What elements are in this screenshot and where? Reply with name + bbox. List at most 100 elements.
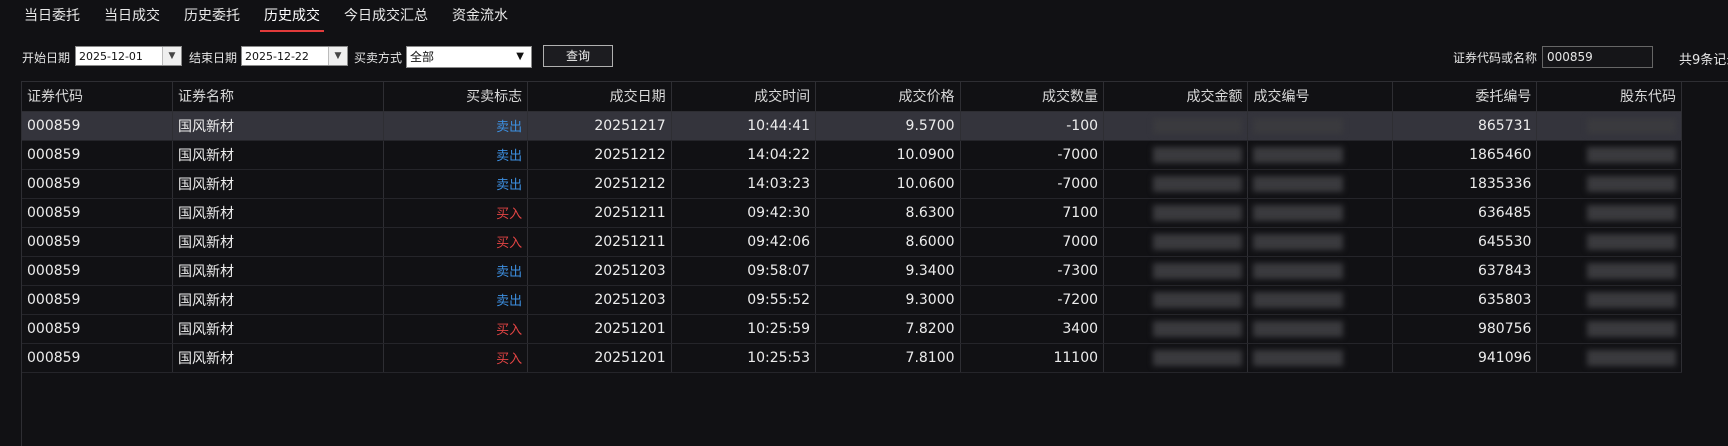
redacted-value: 0000000000	[1586, 262, 1676, 279]
table-row[interactable]: 000859 国风新材 卖出 20251212 14:03:23 10.0600 -7000…	[22, 169, 1682, 199]
redacted-value: 0000000000	[1253, 291, 1343, 308]
cell-shareholder-code: 0000000000	[1536, 256, 1682, 286]
redacted-value: 0000000000	[1586, 233, 1676, 250]
redacted-value: 0000000000	[1586, 117, 1676, 134]
tab-history-orders[interactable]: 历史委托	[172, 0, 252, 32]
cell-shareholder-code: 0000000000	[1536, 111, 1682, 141]
header-security-code[interactable]: 证券代码	[22, 82, 173, 112]
code-label: 证券代码或名称	[1453, 51, 1538, 65]
cell-shareholder-code: 0000000000	[1536, 140, 1682, 170]
header-trade-date[interactable]: 成交日期	[527, 82, 672, 112]
table-row[interactable]: 000859国风新材卖出2025121710:44:419.5700-100 00…	[22, 111, 1682, 141]
table-row[interactable]: 000859国风新材买入2025120110:25:597.82003400 00…	[22, 314, 1682, 344]
end-date-field[interactable]: 2025-12-22 ▼	[241, 46, 348, 66]
cell-trade-date: 20251211	[527, 227, 672, 257]
cell-side: 卖出	[383, 256, 529, 286]
cell-side: 买入	[383, 314, 529, 344]
chevron-down-icon[interactable]: ▼	[162, 47, 181, 65]
redacted-value: 0000000000	[1153, 175, 1243, 192]
cell-shareholder-code: 0000000000	[1536, 285, 1682, 315]
cell-security-name: 国风新材	[172, 140, 384, 170]
tab-fund-flow[interactable]: 资金流水	[440, 0, 520, 32]
cell-side: 卖出	[383, 169, 529, 199]
header-trade-price[interactable]: 成交价格	[815, 82, 961, 112]
cell-side: 买入	[383, 343, 529, 373]
header-trade-amount[interactable]: 成交金额	[1103, 82, 1249, 112]
header-shareholder-code[interactable]: 股东代码	[1536, 82, 1682, 112]
cell-trade-time: 10:25:53	[671, 343, 817, 373]
cell-trade-quantity: 3400	[960, 314, 1105, 344]
redacted-value: 0000000000	[1153, 349, 1243, 366]
cell-trade-price: 7.8200	[815, 314, 961, 344]
cell-security-code: 000859	[22, 314, 173, 344]
cell-trade-amount: 0000000000	[1103, 343, 1249, 373]
redacted-value: 0000000000	[1153, 291, 1243, 308]
cell-shareholder-code: 0000000000	[1536, 343, 1682, 373]
cell-trade-amount: 0000000000	[1103, 314, 1249, 344]
cell-trade-price: 8.6300	[815, 198, 961, 228]
tab-today-trade-summary[interactable]: 今日成交汇总	[332, 0, 440, 32]
cell-security-name: 国风新材	[172, 256, 384, 286]
redacted-value: 0000000000	[1153, 320, 1243, 337]
cell-trade-amount: 0000000000	[1103, 256, 1249, 286]
cell-security-code: 000859	[22, 343, 173, 373]
cell-trade-time: 09:58:07	[671, 256, 817, 286]
table-row[interactable]: 000859国风新材卖出2025120309:58:079.3400-7300 0…	[22, 256, 1682, 286]
tab-today-trades[interactable]: 当日成交	[92, 0, 172, 32]
cell-trade-time: 14:04:22	[671, 140, 817, 170]
cell-order-id: 1865460	[1392, 140, 1538, 170]
cell-security-name: 国风新材	[172, 198, 384, 228]
tab-today-orders[interactable]: 当日委托	[12, 0, 92, 32]
code-search-input[interactable]: 000859	[1542, 46, 1653, 68]
header-trade-time[interactable]: 成交时间	[671, 82, 817, 112]
tab-history-trades[interactable]: 历史成交	[252, 0, 332, 32]
side-select[interactable]: 全部 ▼	[406, 46, 532, 68]
cell-trade-id: 0000000000	[1247, 285, 1393, 315]
side-label: 买卖方式	[354, 51, 403, 65]
cell-trade-quantity: -7200	[960, 285, 1105, 315]
cell-trade-id: 0000000000	[1247, 227, 1393, 257]
cell-order-id: 645530	[1392, 227, 1538, 257]
cell-side: 买入	[383, 198, 529, 228]
cell-trade-date: 20251201	[527, 314, 672, 344]
table-row[interactable]: 000859国风新材买入2025121109:42:068.60007000 00…	[22, 227, 1682, 257]
side-select-value: 全部	[410, 50, 435, 64]
cell-trade-id: 0000000000	[1247, 198, 1393, 228]
cell-security-code: 000859	[22, 285, 173, 315]
cell-side: 卖出	[383, 111, 529, 141]
cell-trade-amount: 0000000000	[1103, 140, 1249, 170]
redacted-value: 0000000000	[1253, 146, 1343, 163]
chevron-down-icon[interactable]: ▼	[328, 47, 347, 65]
header-side[interactable]: 买卖标志	[383, 82, 529, 112]
header-order-id[interactable]: 委托编号	[1392, 82, 1538, 112]
start-date-field[interactable]: 2025-12-01 ▼	[75, 46, 182, 66]
redacted-value: 0000000000	[1253, 175, 1343, 192]
redacted-value: 0000000000	[1586, 175, 1676, 192]
redacted-value: 0000000000	[1586, 291, 1676, 308]
cell-trade-time: 10:25:59	[671, 314, 817, 344]
table-row[interactable]: 000859国风新材买入2025121109:42:308.63007100 00…	[22, 198, 1682, 228]
redacted-value: 0000000000	[1153, 233, 1243, 250]
header-trade-quantity[interactable]: 成交数量	[960, 82, 1105, 112]
redacted-value: 0000000000	[1586, 320, 1676, 337]
cell-trade-date: 20251203	[527, 285, 672, 315]
cell-trade-id: 0000000000	[1247, 343, 1393, 373]
cell-trade-price: 9.3000	[815, 285, 961, 315]
cell-trade-price: 9.3400	[815, 256, 961, 286]
query-button[interactable]: 查询	[543, 45, 613, 67]
redacted-value: 0000000000	[1253, 233, 1343, 250]
cell-trade-price: 10.0900	[815, 140, 961, 170]
cell-trade-quantity: 7000	[960, 227, 1105, 257]
cell-trade-id: 0000000000	[1247, 314, 1393, 344]
cell-trade-date: 20251217	[527, 111, 672, 141]
table-row[interactable]: 000859 国风新材 卖出 20251212 14:04:22 10.0900 -7000…	[22, 140, 1682, 170]
header-security-name[interactable]: 证券名称	[172, 82, 384, 112]
table-row[interactable]: 000859国风新材买入2025120110:25:537.810011100 0…	[22, 343, 1682, 373]
table-row[interactable]: 000859国风新材卖出2025120309:55:529.3000-7200 0…	[22, 285, 1682, 315]
redacted-value: 0000000000	[1153, 117, 1243, 134]
cell-trade-quantity: -7000	[960, 169, 1105, 199]
redacted-value: 0000000000	[1253, 349, 1343, 366]
cell-trade-date: 20251211	[527, 198, 672, 228]
header-trade-id[interactable]: 成交编号	[1247, 82, 1393, 112]
cell-security-name: 国风新材	[172, 343, 384, 373]
